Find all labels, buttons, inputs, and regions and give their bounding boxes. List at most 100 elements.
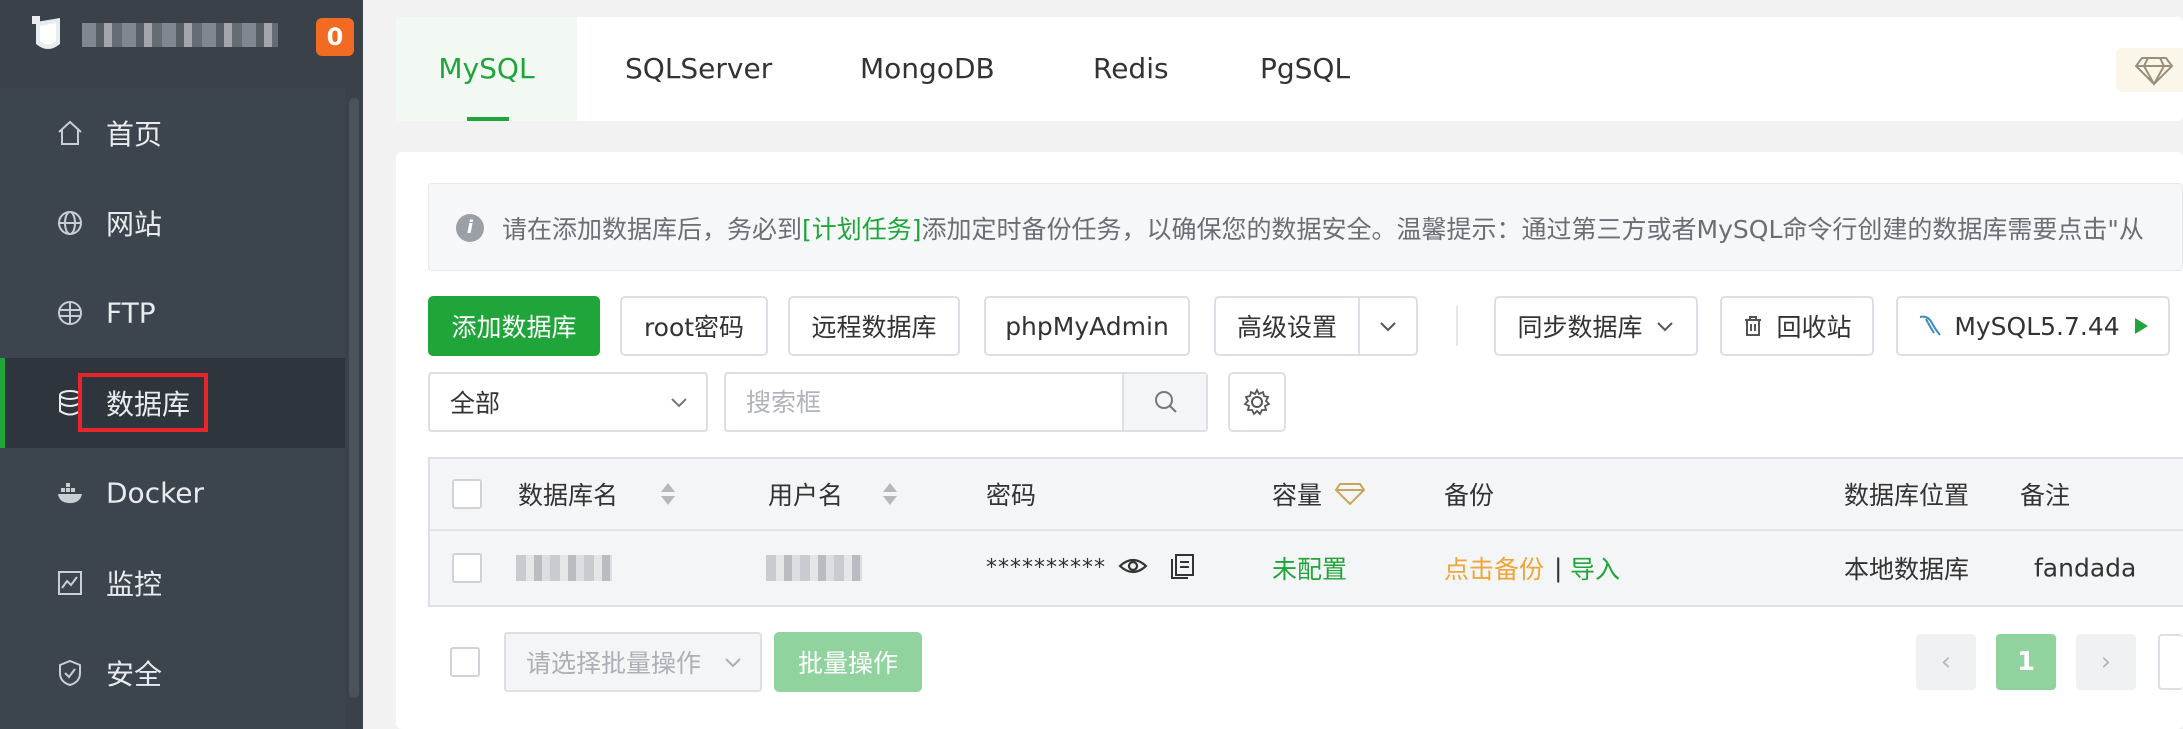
sidebar-item-home[interactable]: 首页 (0, 88, 345, 178)
col-db-name[interactable]: 数据库名 (518, 476, 618, 512)
next-page-button[interactable]: › (2076, 634, 2136, 690)
scope-select-value: 全部 (450, 389, 501, 418)
sidebar-item-docker[interactable]: Docker (0, 448, 345, 538)
table-header: 数据库名 用户名 密码 容量 备份 数据库位置 备注 (430, 459, 2183, 531)
batch-action-select[interactable]: 请选择批量操作 (504, 632, 762, 692)
recycle-bin-label: 回收站 (1776, 313, 1852, 342)
db-note[interactable]: fandada (2034, 554, 2136, 583)
notification-badge[interactable]: 0 (316, 18, 354, 56)
eye-icon[interactable] (1118, 554, 1148, 578)
recycle-bin-button[interactable]: 回收站 (1720, 296, 1874, 356)
col-note: 备注 (2020, 481, 2071, 510)
tab-redis[interactable]: Redis (1093, 17, 1169, 121)
shield-icon (59, 659, 81, 687)
tab-label: PgSQL (1260, 52, 1351, 85)
sidebar-item-label: 网站 (106, 208, 163, 241)
page-1-button[interactable]: 1 (1996, 634, 2056, 690)
db-name-blurred[interactable] (516, 555, 612, 581)
remote-database-button[interactable]: 远程数据库 (788, 296, 960, 356)
sidebar-item-website[interactable]: 网站 (0, 178, 345, 268)
sync-database-button[interactable]: 同步数据库 (1494, 296, 1698, 356)
notice-text-part: 添加定时备份任务，以确保您的数据安全。温馨提示：通过第三方或者MySQL命令行创… (921, 215, 2144, 244)
play-icon (2134, 318, 2148, 334)
sidebar-item-label: 监控 (106, 568, 163, 601)
vip-button[interactable] (2116, 48, 2183, 92)
phpmyadmin-button[interactable]: phpMyAdmin (984, 296, 1190, 356)
scope-select[interactable]: 全部 (428, 372, 708, 432)
tab-label: MySQL (438, 52, 535, 85)
trash-icon (1745, 316, 1762, 336)
col-backup: 备份 (1444, 481, 1495, 510)
root-password-button[interactable]: root密码 (620, 296, 768, 356)
database-panel: i 请在添加数据库后，务必到[计划任务]添加定时备份任务，以确保您的数据安全。温… (396, 152, 2183, 729)
search-button[interactable] (1122, 374, 1206, 430)
page-jump-input[interactable] (2158, 634, 2183, 690)
brand-header: 0 (0, 0, 363, 88)
database-table: 数据库名 用户名 密码 容量 备份 数据库位置 备注 ********** 未配… (428, 457, 2183, 607)
vip-diamond-icon (1334, 483, 1366, 506)
monitor-chart-icon (58, 571, 82, 595)
batch-select-checkbox[interactable] (450, 647, 480, 677)
sidebar: 0 首页 网站 FTP 数据库 Docker 监控 安全 (0, 0, 363, 729)
sidebar-item-label: 安全 (106, 658, 163, 691)
search-input[interactable] (726, 374, 1119, 430)
table-settings-button[interactable] (1228, 372, 1286, 432)
col-location: 数据库位置 (1844, 481, 1970, 510)
mysql-dolphin-icon (1920, 315, 1942, 336)
ftp-globe-icon (58, 301, 82, 325)
tab-mongodb[interactable]: MongoDB (860, 17, 995, 121)
notice-text: 请在添加数据库后，务必到[计划任务]添加定时备份任务，以确保您的数据安全。温馨提… (502, 210, 2144, 246)
copy-icon[interactable] (1168, 552, 1196, 580)
select-all-checkbox[interactable] (452, 479, 482, 509)
globe-icon (58, 211, 82, 235)
annotation-highlight-box (78, 373, 208, 432)
chevron-down-icon (671, 398, 687, 408)
password-mask: ********** (986, 555, 1106, 581)
col-capacity: 容量 (1272, 481, 1323, 510)
cron-task-link[interactable]: [计划任务] (802, 215, 922, 244)
sidebar-item-security[interactable]: 安全 (0, 628, 345, 718)
search-box (724, 372, 1208, 432)
import-link[interactable]: 导入 (1570, 550, 1620, 586)
chevron-down-icon (1380, 322, 1396, 332)
tab-label: SQLServer (625, 52, 773, 85)
notice-banner: i 请在添加数据库后，务必到[计划任务]添加定时备份任务，以确保您的数据安全。温… (428, 183, 2183, 271)
logo-icon (32, 16, 60, 49)
row-checkbox[interactable] (452, 553, 482, 583)
sidebar-item-label: Docker (106, 476, 205, 510)
sidebar-item-ftp[interactable]: FTP (0, 268, 345, 358)
active-tab-indicator (467, 117, 509, 121)
add-database-button[interactable]: 添加数据库 (428, 296, 600, 356)
batch-action-button[interactable]: 批量操作 (774, 632, 922, 692)
username-blurred (766, 555, 862, 581)
tab-sqlserver[interactable]: SQLServer (625, 17, 772, 121)
db-location: 本地数据库 (1844, 555, 1970, 584)
col-username[interactable]: 用户名 (768, 476, 843, 512)
action-separator: | (1554, 553, 1563, 583)
tab-pgsql[interactable]: PgSQL (1260, 17, 1350, 121)
chevron-down-icon (1656, 322, 1673, 332)
capacity-not-configured[interactable]: 未配置 (1272, 550, 1347, 586)
sort-icon[interactable] (660, 481, 676, 507)
sidebar-item-label: FTP (106, 296, 156, 330)
sidebar-item-label: 首页 (106, 118, 163, 151)
sort-icon[interactable] (882, 481, 898, 507)
mysql-version-button[interactable]: MySQL5.7.44 (1896, 296, 2170, 356)
search-icon (1155, 391, 1177, 413)
sidebar-item-monitor[interactable]: 监控 (0, 538, 345, 628)
advanced-settings-dropdown[interactable] (1358, 296, 1418, 356)
db-type-tabs: MySQL SQLServer MongoDB Redis PgSQL (396, 17, 2183, 121)
diamond-icon (2134, 57, 2174, 86)
tab-mysql[interactable]: MySQL (396, 17, 577, 121)
chevron-down-icon (725, 658, 741, 668)
col-password: 密码 (986, 481, 1037, 510)
server-name-blurred (82, 23, 278, 47)
gear-icon (1243, 388, 1271, 416)
sidebar-scrollbar[interactable] (345, 88, 363, 729)
advanced-settings-button[interactable]: 高级设置 (1214, 296, 1360, 356)
prev-page-button[interactable]: ‹ (1916, 634, 1976, 690)
backup-link[interactable]: 点击备份 (1444, 550, 1544, 586)
sync-database-label: 同步数据库 (1517, 313, 1643, 342)
table-row: ********** 未配置 点击备份 | 导入 本地数据库 fandada (430, 531, 2183, 605)
scrollbar-thumb[interactable] (349, 98, 359, 698)
